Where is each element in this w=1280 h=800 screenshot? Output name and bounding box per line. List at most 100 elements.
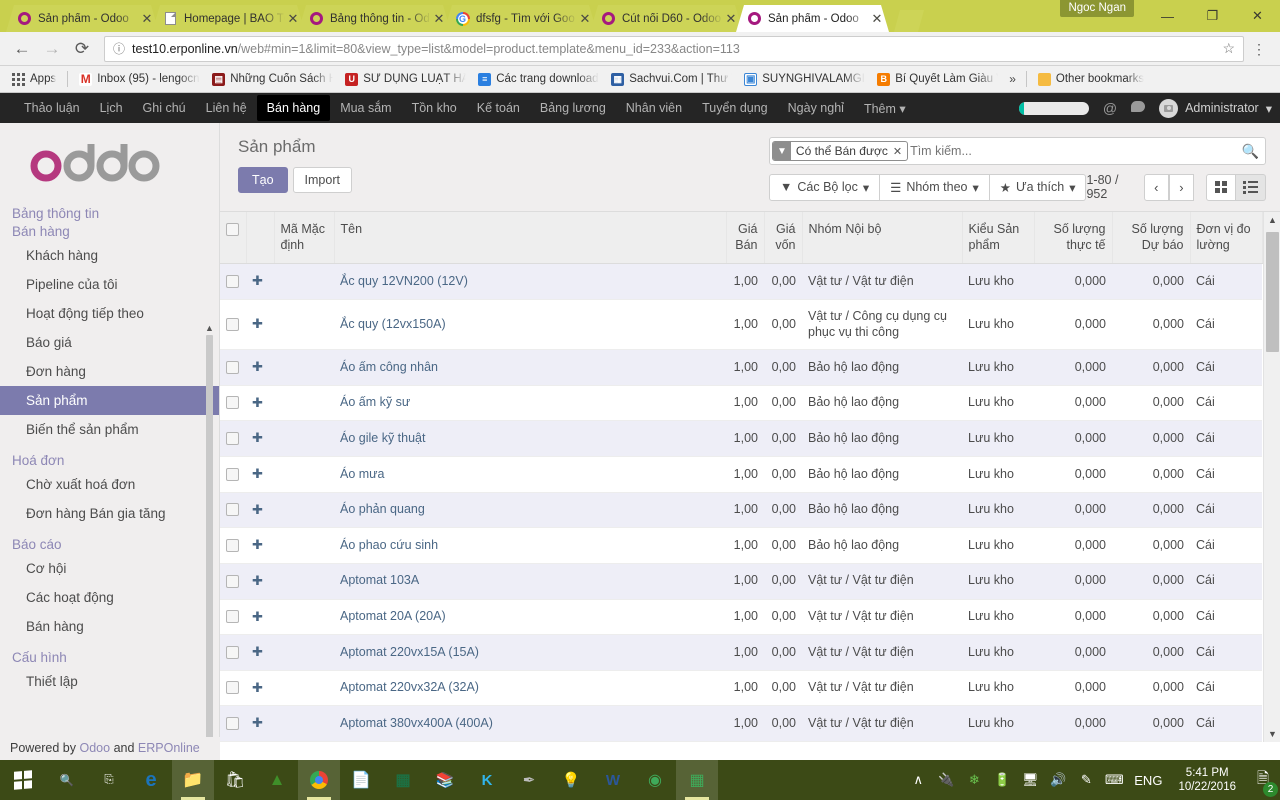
product-name-link[interactable]: Aptomat 103A [340,573,419,587]
sidebar-item-cho-xuat-hoa-don[interactable]: Chờ xuất hoá đơn [0,470,219,499]
erponline-link[interactable]: ERPOnline [138,741,200,755]
maximize-icon[interactable]: ❐ [1190,0,1235,32]
cell-name[interactable]: Aptomat 380vx400A (400A) [334,705,726,742]
pager-previous-button[interactable]: ‹ [1143,173,1169,201]
row-select-cell[interactable] [220,563,246,600]
cell-name[interactable]: Ắc quy (12vx150A) [334,299,726,351]
scroll-down-icon[interactable]: ▼ [1264,729,1280,739]
menu-item-lich[interactable]: Lịch [90,95,133,121]
sidebar-item-co-hoi[interactable]: Cơ hội [0,554,219,583]
row-drag-handle[interactable]: ✚ [246,263,274,300]
address-bar[interactable]: ⓘ test10.erponline.vn/web#min=1&limit=80… [104,35,1244,62]
dropbox-icon[interactable]: ❄ [960,760,988,800]
mention-icon[interactable]: @ [1103,100,1117,116]
close-icon[interactable]: ✕ [285,12,301,25]
bookmark-item[interactable]: U SỬ DỤNG LUẬT HẤP [339,71,472,88]
cell-name[interactable]: Ắc quy 12VN200 (12V) [334,263,726,300]
search-facet[interactable]: ▼ Có thể Bán được ✕ [772,141,909,161]
table-row[interactable]: ✚ Aptomat 380vx400A (400A) 1,00 0,00 Vật tư … [220,705,1262,742]
scrollbar-thumb[interactable] [1266,232,1279,352]
cell-name[interactable]: Áo mưa [334,456,726,493]
product-name-link[interactable]: Áo mưa [340,467,385,481]
row-checkbox[interactable] [226,467,239,481]
table-row[interactable]: ✚ Áo gile kỹ thuật 1,00 0,00 Bảo hộ lao động… [220,420,1262,457]
move-icon[interactable]: ✚ [252,680,263,695]
bookmark-item[interactable]: ▤ Những Cuốn Sách Ha [206,71,339,88]
row-drag-handle[interactable]: ✚ [246,634,274,671]
table-row[interactable]: ✚ Áo phao cứu sinh 1,00 0,00 Bảo hộ lao động… [220,527,1262,564]
column-header-price[interactable]: Giá Bán [726,212,765,265]
search-icon[interactable]: 🔍 [1242,143,1259,160]
row-select-cell[interactable] [220,634,246,671]
row-checkbox[interactable] [226,645,239,659]
product-name-link[interactable]: Áo ấm công nhân [340,360,438,374]
row-drag-handle[interactable]: ✚ [246,492,274,529]
move-icon[interactable]: ✚ [252,359,263,374]
sidebar-item-don-hang[interactable]: Đơn hàng [0,357,219,386]
row-drag-handle[interactable]: ✚ [246,670,274,707]
bookmark-item[interactable]: B Bí Quyết Làm Giàu Vĩ [871,71,1004,88]
product-name-link[interactable]: Aptomat 380vx400A (400A) [340,716,493,730]
sidebar-section-sales[interactable]: Bán hàng [0,223,219,241]
network-icon[interactable]: 🖥 [1016,760,1044,800]
browser-profile-chip[interactable]: Ngoc Ngan [1060,0,1134,17]
row-select-cell[interactable] [220,263,246,300]
move-icon[interactable]: ✚ [252,466,263,481]
kanban-view-icon[interactable] [1206,173,1236,201]
row-checkbox[interactable] [226,610,239,624]
browser-tab[interactable]: Sản phẩm - Odoo ✕ [6,5,159,32]
cell-name[interactable]: Áo phao cứu sinh [334,527,726,564]
sidebar-item-bien-the-san-pham[interactable]: Biến thể sản phẩm [0,415,219,444]
product-name-link[interactable]: Ắc quy 12VN200 (12V) [340,274,468,288]
show-hidden-icons[interactable]: ∧ [904,760,932,800]
move-icon[interactable]: ✚ [252,273,263,288]
sidebar-scrollbar[interactable]: ▲ ▼ [204,323,215,760]
language-indicator[interactable]: ENG [1128,760,1168,800]
books-icon[interactable]: 📚 [424,760,466,800]
row-drag-handle[interactable]: ✚ [246,349,274,386]
menu-item-lien-he[interactable]: Liên hệ [196,95,257,121]
product-name-link[interactable]: Áo phản quang [340,502,425,516]
scrollbar-thumb[interactable] [206,335,213,760]
move-icon[interactable]: ✚ [252,609,263,624]
row-drag-handle[interactable]: ✚ [246,599,274,636]
row-drag-handle[interactable]: ✚ [246,741,274,742]
row-drag-handle[interactable]: ✚ [246,527,274,564]
column-header-cost[interactable]: Giá vốn [764,212,803,265]
store-icon[interactable]: 🛍 [214,760,256,800]
row-checkbox[interactable] [226,574,239,588]
row-drag-handle[interactable]: ✚ [246,385,274,422]
column-header-name[interactable]: Tên [334,212,727,265]
move-icon[interactable]: ✚ [252,502,263,517]
minimize-icon[interactable]: — [1145,0,1190,32]
unikey-icon[interactable]: ▲ [256,760,298,800]
sidebar-item-bao-gia[interactable]: Báo giá [0,328,219,357]
table-row[interactable]: ✚ Áo ấm công nhân 1,00 0,00 Bảo hộ lao động L… [220,349,1262,386]
menu-item-tuyen-dung[interactable]: Tuyển dụng [692,95,778,121]
table-row[interactable]: ✚ Áo mưa 1,00 0,00 Bảo hộ lao động Lưu kho 0,0… [220,456,1262,493]
row-select-cell[interactable] [220,705,246,742]
cell-name[interactable]: Aptomat 220vx15A (15A) [334,634,726,671]
row-checkbox[interactable] [226,317,239,331]
product-name-link[interactable]: Áo ấm kỹ sư [340,395,410,409]
sidebar-item-pipeline[interactable]: Pipeline của tôi [0,270,219,299]
list-scrollbar[interactable]: ▲ ▼ [1263,212,1280,742]
table-row[interactable]: ✚ Aptomat 380vx50A (50A)1,000,00Vật tư / … [220,741,1262,742]
info-icon[interactable]: ⓘ [113,40,125,57]
scroll-up-icon[interactable]: ▲ [1264,215,1280,225]
close-icon[interactable]: ✕ [139,12,155,25]
close-icon[interactable]: ✕ [723,12,739,25]
menu-item-ngay-nghi[interactable]: Ngày nghỉ [778,95,854,121]
filters-dropdown[interactable]: ▼ Các Bộ lọc ▾ [769,173,881,201]
cell-name[interactable]: Aptomat 220vx32A (32A) [334,670,726,707]
row-select-cell[interactable] [220,456,246,493]
table-row[interactable]: ✚ Áo ấm kỹ sư 1,00 0,00 Bảo hộ lao động Lưu k… [220,385,1262,422]
row-select-cell[interactable] [220,299,246,351]
menu-item-ke-toan[interactable]: Kế toán [467,95,530,121]
bookmark-apps[interactable]: Apps [6,71,62,88]
calc-icon[interactable]: ▦ [676,760,718,800]
row-checkbox[interactable] [226,432,239,446]
battery-icon[interactable]: 🔋 [988,760,1016,800]
user-menu[interactable]: Administrator ▾ [1159,98,1272,118]
row-checkbox[interactable] [226,360,239,374]
